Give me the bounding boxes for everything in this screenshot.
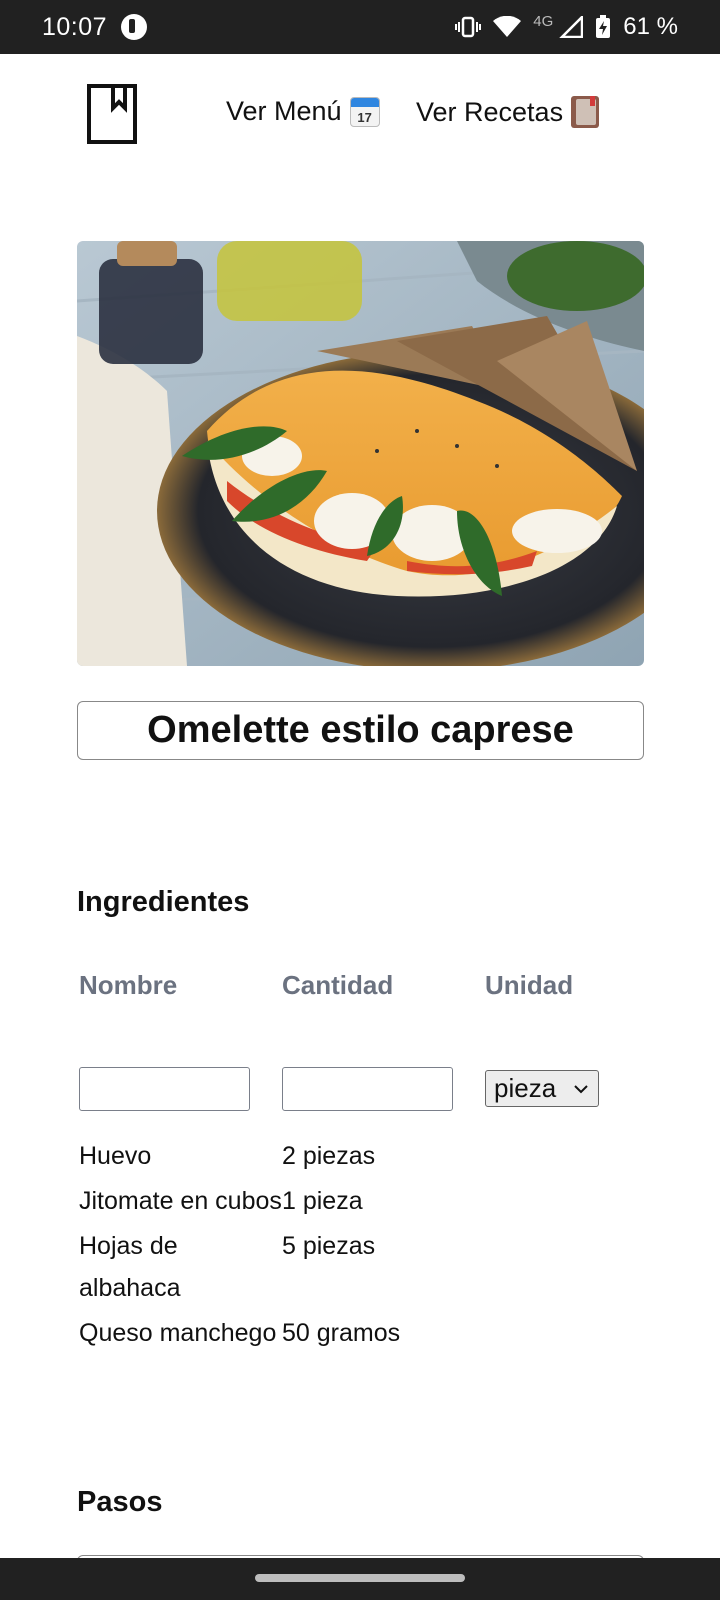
ingredient-list: Huevo 2 piezas Jitomate en cubos 1 pieza… <box>79 1135 639 1357</box>
ingredient-name: Jitomate en cubos <box>79 1187 282 1215</box>
ver-menu-label: Ver Menú <box>226 96 342 126</box>
column-header-unidad: Unidad <box>485 970 574 1000</box>
ver-recetas-link[interactable]: Ver Recetas <box>416 96 600 128</box>
ingredient-name: Hojas de albahaca <box>79 1232 181 1302</box>
ingredient-quantity: 50 gramos <box>282 1319 401 1347</box>
omelette-photo <box>77 241 644 666</box>
recipe-title: Omelette estilo caprese <box>147 709 574 751</box>
chevron-down-icon <box>574 1085 588 1094</box>
top-nav: Ver Menú 17 Ver Recetas <box>0 54 720 174</box>
bookmark-icon[interactable] <box>87 84 137 144</box>
signal-icon <box>559 16 584 38</box>
ingredient-row: Jitomate en cubos 1 pieza <box>79 1180 639 1222</box>
ingredient-name-input[interactable] <box>79 1067 250 1111</box>
app-badge-icon <box>121 14 148 40</box>
ver-menu-link[interactable]: Ver Menú 17 <box>226 96 380 127</box>
ingredient-quantity-input[interactable] <box>282 1067 453 1111</box>
unit-select[interactable]: pieza <box>485 1070 599 1107</box>
status-time: 10:07 <box>42 12 108 41</box>
ingredient-quantity: 1 pieza <box>282 1187 363 1215</box>
ingredient-quantity: 5 piezas <box>282 1232 376 1260</box>
status-bar: 10:07 4G 61 % <box>0 0 720 54</box>
battery-charging-icon <box>596 15 611 38</box>
unit-select-value: pieza <box>494 1073 557 1103</box>
home-gesture-bar[interactable] <box>255 1574 465 1582</box>
calendar-icon: 17 <box>349 96 380 127</box>
ingredients-heading: Ingredientes <box>77 886 250 918</box>
column-header-cantidad: Cantidad <box>282 970 394 1000</box>
ingredient-quantity: 2 piezas <box>282 1142 376 1170</box>
vibrate-icon <box>455 16 482 38</box>
ingredient-row: Queso manchego 50 gramos <box>79 1312 639 1354</box>
ingredient-row: Huevo 2 piezas <box>79 1135 639 1177</box>
battery-percent: 61 % <box>623 13 678 40</box>
ingredient-name: Huevo <box>79 1142 152 1170</box>
column-header-nombre: Nombre <box>79 970 178 1000</box>
status-icons: 4G 61 % <box>455 13 678 41</box>
steps-heading: Pasos <box>77 1486 163 1518</box>
wifi-icon <box>493 16 522 37</box>
system-nav-bar <box>0 1558 720 1600</box>
book-icon <box>571 96 600 128</box>
recipe-title-field[interactable]: Omelette estilo caprese <box>77 701 644 760</box>
ingredient-row: Hojas de albahaca 5 piezas <box>79 1225 639 1309</box>
ver-recetas-label: Ver Recetas <box>416 96 564 127</box>
recipe-image <box>77 241 644 666</box>
ingredient-name: Queso manchego <box>79 1319 277 1347</box>
network-type: 4G <box>533 12 554 30</box>
